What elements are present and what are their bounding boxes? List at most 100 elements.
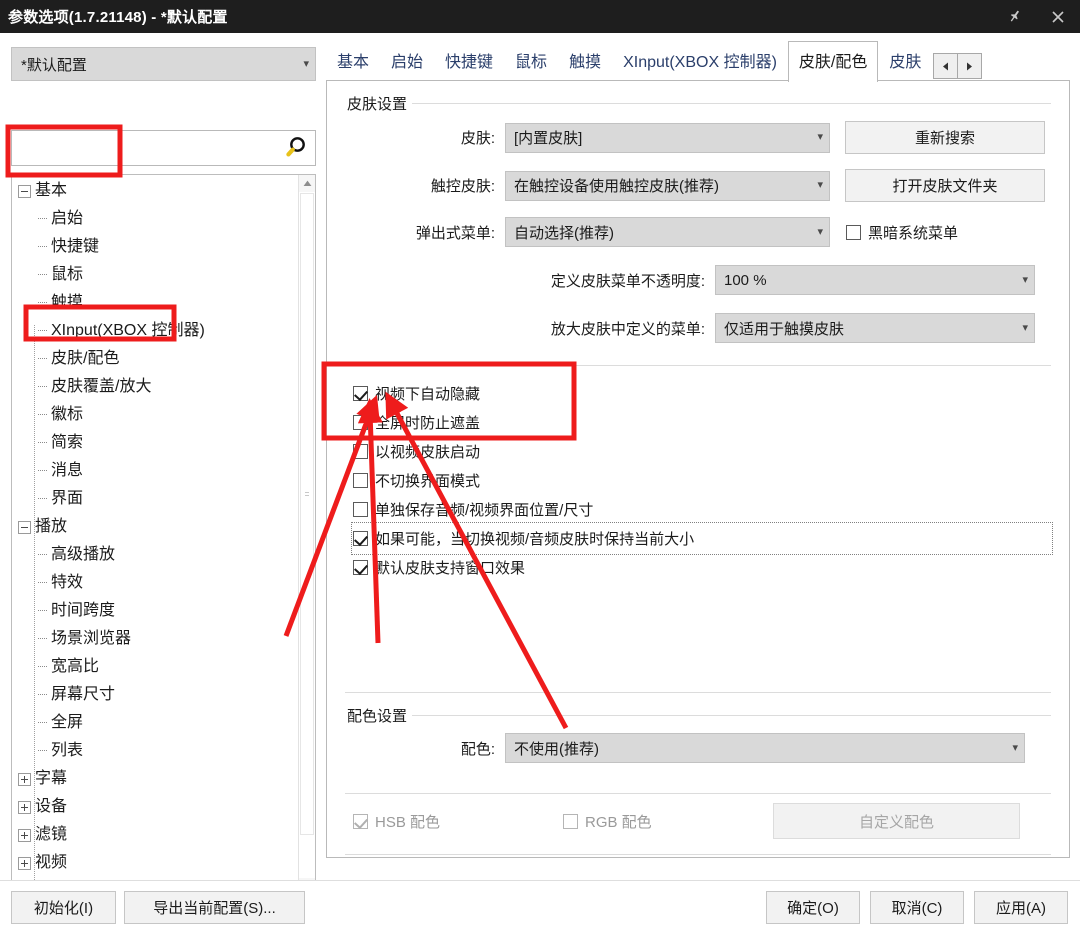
- color-scheme-dropdown[interactable]: 不使用(推荐) ▾: [505, 733, 1025, 763]
- tab-0[interactable]: 基本: [326, 41, 380, 81]
- tree-item-10[interactable]: 消息: [12, 457, 298, 485]
- tree-item-22[interactable]: 设备: [12, 793, 298, 821]
- skin-option-checkbox-2[interactable]: 以视频皮肤启动: [353, 437, 1051, 466]
- dialog-body: *默认配置 ▾ 基本 启始 快捷键 鼠标 触摸 XInput(XBOX 控制器) 皮肤/配色…: [0, 33, 1080, 896]
- tab-6[interactable]: 皮肤/配色: [787, 41, 879, 82]
- skin-option-checkbox-6[interactable]: 默认皮肤支持窗口效果: [353, 553, 1051, 582]
- custom-color-button[interactable]: 自定义配色: [773, 803, 1020, 839]
- apply-button[interactable]: 应用(A): [974, 891, 1068, 924]
- tree-item-14[interactable]: 特效: [12, 569, 298, 597]
- magnify-menu-dropdown[interactable]: 仅适用于触摸皮肤 ▾: [715, 313, 1035, 343]
- skin-option-checkbox-5[interactable]: 如果可能，当切换视频/音频皮肤时保持当前大小: [351, 522, 1053, 555]
- color-scheme-label: 配色:: [460, 740, 495, 758]
- tree-item-4[interactable]: 触摸: [12, 289, 298, 317]
- search-box[interactable]: [11, 130, 316, 166]
- tree-item-11[interactable]: 界面: [12, 485, 298, 513]
- dark-system-menu-checkbox[interactable]: 黑暗系统菜单: [846, 222, 958, 243]
- tree-item-6[interactable]: 皮肤/配色: [12, 345, 298, 373]
- profile-dropdown[interactable]: *默认配置 ▾: [11, 47, 316, 81]
- scrollbar-thumb[interactable]: [300, 193, 314, 835]
- tree-item-21[interactable]: 字幕: [12, 765, 298, 793]
- tab-4[interactable]: 触摸: [558, 41, 612, 81]
- tab-strip[interactable]: 基本 启始 快捷键 鼠标 触摸 XInput(XBOX 控制器) 皮肤/配色 皮肤: [326, 41, 1080, 82]
- tab-scroll-controls[interactable]: [933, 53, 983, 79]
- tab-5[interactable]: XInput(XBOX 控制器): [612, 41, 788, 81]
- tab-scroll-right-icon[interactable]: [957, 53, 983, 79]
- tab-3[interactable]: 鼠标: [504, 41, 558, 81]
- tree-item-2[interactable]: 快捷键: [12, 233, 298, 261]
- skin-option-checkbox-0[interactable]: 视频下自动隐藏: [353, 379, 1051, 408]
- window-title: 参数选项(1.7.21148) - *默认配置: [8, 9, 228, 26]
- tree-item-5[interactable]: XInput(XBOX 控制器): [12, 317, 298, 345]
- ok-button[interactable]: 确定(O): [766, 891, 860, 924]
- expand-icon[interactable]: [18, 800, 31, 814]
- settings-tree[interactable]: 基本 启始快捷键鼠标触摸 XInput(XBOX 控制器) 皮肤/配色皮肤覆盖/放大徽…: [11, 174, 316, 896]
- tree-item-3[interactable]: 鼠标: [12, 261, 298, 289]
- initialize-button[interactable]: 初始化(I): [11, 891, 116, 924]
- tree-item-18[interactable]: 屏幕尺寸: [12, 681, 298, 709]
- tree-item-19[interactable]: 全屏: [12, 709, 298, 737]
- hsb-color-checkbox[interactable]: HSB 配色: [353, 811, 440, 832]
- tree-item-12[interactable]: 播放: [12, 513, 298, 541]
- chevron-down-icon: ▾: [817, 131, 823, 143]
- tree-item-24[interactable]: 视频: [12, 849, 298, 877]
- menu-opacity-value: 100 %: [724, 271, 767, 289]
- tab-2[interactable]: 快捷键: [434, 41, 504, 81]
- pin-icon[interactable]: [992, 0, 1036, 33]
- magnify-menu-label: 放大皮肤中定义的菜单:: [550, 320, 705, 338]
- tree-item-7[interactable]: 皮肤覆盖/放大: [12, 373, 298, 401]
- skin-options-checkbox-list: 视频下自动隐藏 全屏时防止遮盖 以视频皮肤启动 不切换界面模式 单独保存音频/视频界面位…: [351, 379, 1053, 582]
- collapse-icon[interactable]: [18, 184, 31, 198]
- export-profile-button[interactable]: 导出当前配置(S)...: [124, 891, 305, 924]
- tree-item-label: 皮肤/配色: [51, 350, 120, 367]
- skin-option-checkbox-4[interactable]: 单独保存音频/视频界面位置/尺寸: [353, 495, 1051, 524]
- expand-icon[interactable]: [18, 828, 31, 842]
- tree-item-0[interactable]: 基本: [12, 177, 298, 205]
- color-scheme-row: 配色: 不使用(推荐) ▾: [345, 733, 1051, 763]
- skin-row: 皮肤: [内置皮肤] ▾ 重新搜索: [345, 121, 1051, 154]
- cancel-button[interactable]: 取消(C): [870, 891, 964, 924]
- tab-7[interactable]: 皮肤: [878, 41, 932, 81]
- tab-scroll-left-icon[interactable]: [933, 53, 959, 79]
- tree-item-label: 徽标: [51, 406, 84, 423]
- open-skin-folder-button[interactable]: 打开皮肤文件夹: [845, 169, 1045, 202]
- tab-1[interactable]: 启始: [380, 41, 434, 81]
- tree-item-17[interactable]: 宽高比: [12, 653, 298, 681]
- expand-icon[interactable]: [18, 772, 31, 786]
- tree-list: 基本 启始快捷键鼠标触摸 XInput(XBOX 控制器) 皮肤/配色皮肤覆盖/放大徽…: [12, 175, 298, 895]
- collapse-icon[interactable]: [18, 520, 31, 534]
- tree-item-15[interactable]: 时间跨度: [12, 597, 298, 625]
- tree-item-label: 皮肤覆盖/放大: [51, 378, 152, 395]
- tree-item-13[interactable]: 高级播放: [12, 541, 298, 569]
- tree-item-23[interactable]: 滤镜: [12, 821, 298, 849]
- tree-item-20[interactable]: 列表: [12, 737, 298, 765]
- scroll-up-icon[interactable]: [299, 175, 315, 192]
- skin-option-checkbox-1[interactable]: 全屏时防止遮盖: [353, 408, 1051, 437]
- skin-dropdown[interactable]: [内置皮肤] ▾: [505, 122, 830, 153]
- touch-skin-dropdown[interactable]: 在触控设备使用触控皮肤(推荐) ▾: [505, 170, 830, 201]
- tree-scrollbar[interactable]: [298, 175, 315, 895]
- checkbox-box: [353, 560, 368, 575]
- expand-icon[interactable]: [18, 856, 31, 870]
- research-button[interactable]: 重新搜索: [845, 121, 1045, 154]
- search-input[interactable]: [12, 131, 275, 165]
- tree-item-9[interactable]: 简索: [12, 429, 298, 457]
- magnifier-icon[interactable]: [275, 131, 315, 165]
- skin-option-label: 如果可能，当切换视频/音频皮肤时保持当前大小: [375, 531, 695, 548]
- dialog-footer: 初始化(I) 导出当前配置(S)... 确定(O) 取消(C) 应用(A): [0, 880, 1080, 933]
- tree-item-label: 快捷键: [51, 238, 100, 255]
- tree-item-label: 视频: [35, 854, 68, 871]
- checkbox-box: [353, 814, 368, 829]
- rgb-color-checkbox[interactable]: RGB 配色: [563, 811, 652, 832]
- skin-option-checkbox-3[interactable]: 不切换界面模式: [353, 466, 1051, 495]
- tree-item-16[interactable]: 场景浏览器: [12, 625, 298, 653]
- checkbox-box: [563, 814, 578, 829]
- popup-menu-dropdown[interactable]: 自动选择(推荐) ▾: [505, 217, 830, 247]
- close-icon[interactable]: [1036, 0, 1080, 33]
- menu-opacity-dropdown[interactable]: 100 % ▾: [715, 265, 1035, 295]
- tree-item-label: 鼠标: [51, 266, 84, 283]
- window-title-bar: 参数选项(1.7.21148) - *默认配置: [0, 0, 1080, 33]
- tree-item-1[interactable]: 启始: [12, 205, 298, 233]
- checkbox-box: [353, 531, 368, 546]
- tree-item-8[interactable]: 徽标: [12, 401, 298, 429]
